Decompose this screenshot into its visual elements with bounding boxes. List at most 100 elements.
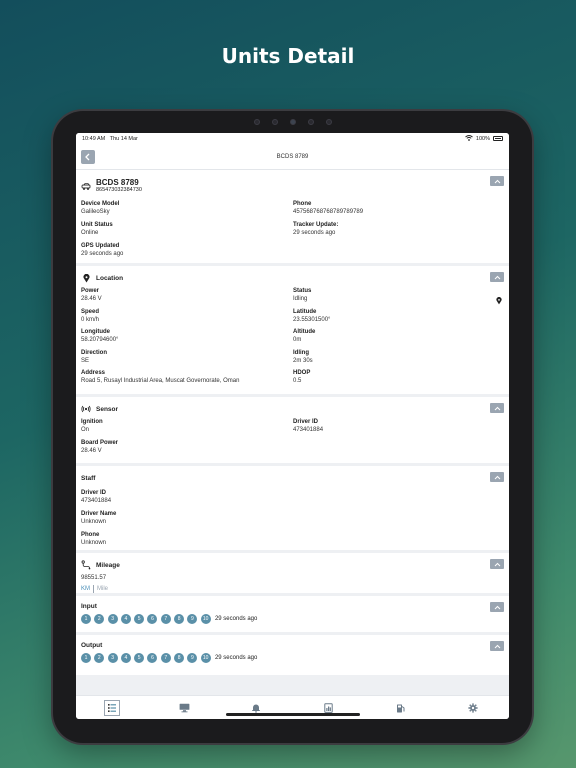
input-channels: 1 2 3 4 5 6 7 8 9 10 29 seconds ago [81,614,504,624]
field-address: Address Road 5, Rusayl Industrial Area, M… [81,370,293,387]
sensor-dot [272,119,278,125]
field-phone: Phone 457568768768789789789 [293,201,504,218]
location-card: Location Power 28.46 V Status Idling Speed… [76,266,509,394]
home-indicator[interactable] [226,713,360,716]
mileage-card: Mileage 98551.57 KM Mile [76,553,509,593]
input-channel: 1 [81,614,91,624]
field-value: 457568768768789789789 [293,209,364,215]
field-label: Phone [81,532,100,538]
sensor-icon [81,404,91,414]
field-value: 2m 30s [293,357,313,364]
status-bar: 10:49 AM Thu 14 Mar 100% [76,133,509,144]
field-tracker-update: Tracker Update: 29 seconds ago [293,222,504,239]
field-value: 0.5 [293,378,302,385]
sensor-dot [254,119,260,125]
tab-units-list[interactable] [104,699,121,716]
page-title: BCDS 8789 [276,153,309,160]
input-channel: 10 [200,614,211,624]
field-power: Power 28.46 V [81,288,293,305]
field-value: Unknown [81,540,107,546]
app-screen: 10:49 AM Thu 14 Mar 100% BCDS 8789 BCDS … [76,133,509,719]
divider [93,585,94,593]
detail-content[interactable]: BCDS 8789 865473032384730 Device Model Ga… [76,170,509,719]
output-channel: 4 [120,653,131,663]
tablet-frame: 10:49 AM Thu 14 Mar 100% BCDS 8789 BCDS … [53,111,532,743]
collapse-button[interactable] [490,559,504,569]
collapse-button[interactable] [490,176,504,186]
field-board-power: Board Power 28.46 V [81,440,293,457]
chevron-up-icon [494,605,500,609]
notification-icon [252,704,261,713]
sensor-dot [308,119,314,125]
collapse-button[interactable] [490,403,504,413]
field-hdop: HDOP 0.5 [293,370,504,387]
field-value: 28.46 V [81,296,102,302]
field-driver-id: Driver ID 473401884 [293,419,504,436]
fuel-icon [396,704,405,712]
card-title: Input [81,603,97,610]
field-ignition: Ignition On [81,419,293,436]
map-pin-icon[interactable] [496,292,502,310]
tab-monitor[interactable] [176,700,192,716]
field-label: Phone [293,201,312,207]
chevron-up-icon [494,275,500,279]
chevron-up-icon [494,562,500,566]
card-title: Output [81,642,103,649]
field-label: Board Power [81,440,119,446]
settings-icon [468,702,478,713]
camera-lens [290,119,296,125]
tab-settings[interactable] [465,700,481,716]
field-longitude: Longitude 58.20794600° [81,329,293,346]
field-value: 29 seconds ago [293,230,336,236]
field-altitude: Altitude 0m [293,329,504,346]
chevron-left-icon [85,153,90,161]
output-channels: 1 2 3 4 5 6 7 8 9 10 29 seconds ago [81,653,504,663]
field-value: 473401884 [81,498,112,504]
field-status: Status Idling [293,288,504,305]
card-title: Location [96,274,124,282]
input-channel: 6 [147,614,158,624]
list-icon [108,703,117,712]
wifi-icon [465,134,473,143]
field-value: 23.55301500° [293,316,331,323]
collapse-button[interactable] [490,641,504,651]
field-value: 0m [293,337,302,344]
unit-name: BCDS 8789 [96,178,139,187]
input-channel: 8 [174,614,185,624]
location-pin-icon [81,273,91,283]
input-channel: 7 [160,614,171,624]
battery-icon [493,136,503,141]
card-title: Mileage [96,561,120,569]
report-icon [324,702,333,713]
output-channel: 10 [200,653,211,663]
field-label: Status [293,288,312,294]
field-label: Ignition [81,419,103,425]
output-card: Output 1 2 3 4 5 6 7 8 9 10 29 seconds a… [76,635,509,675]
tab-fuel[interactable] [393,700,409,716]
field-label: Driver ID [293,419,319,425]
input-channel: 4 [120,614,131,624]
km-toggle[interactable]: KM [81,586,90,592]
field-value: 58.20794600° [81,337,119,344]
field-label: Unit Status [81,222,113,228]
field-label: Latitude [293,308,317,315]
back-button[interactable] [81,150,95,164]
output-channel: 7 [160,653,171,663]
input-channel: 5 [134,614,145,624]
field-gps-updated: GPS Updated 29 seconds ago [81,243,293,260]
unit-card: BCDS 8789 865473032384730 Device Model Ga… [76,170,509,263]
collapse-button[interactable] [490,472,504,482]
field-value: SE [81,357,90,364]
chevron-up-icon [494,644,500,648]
collapse-button[interactable] [490,272,504,282]
mile-toggle[interactable]: Mile [97,586,108,592]
sensor-dot [326,119,332,125]
monitor-icon [179,703,190,712]
input-channel: 9 [187,614,198,624]
field-label: Power [81,288,100,294]
chevron-up-icon [494,475,500,479]
field-value: Road 5, Rusayl Industrial Area, Muscat G… [81,378,240,385]
field-label: Tracker Update: [293,222,339,228]
collapse-button[interactable] [490,602,504,612]
output-channel: 2 [94,653,105,663]
